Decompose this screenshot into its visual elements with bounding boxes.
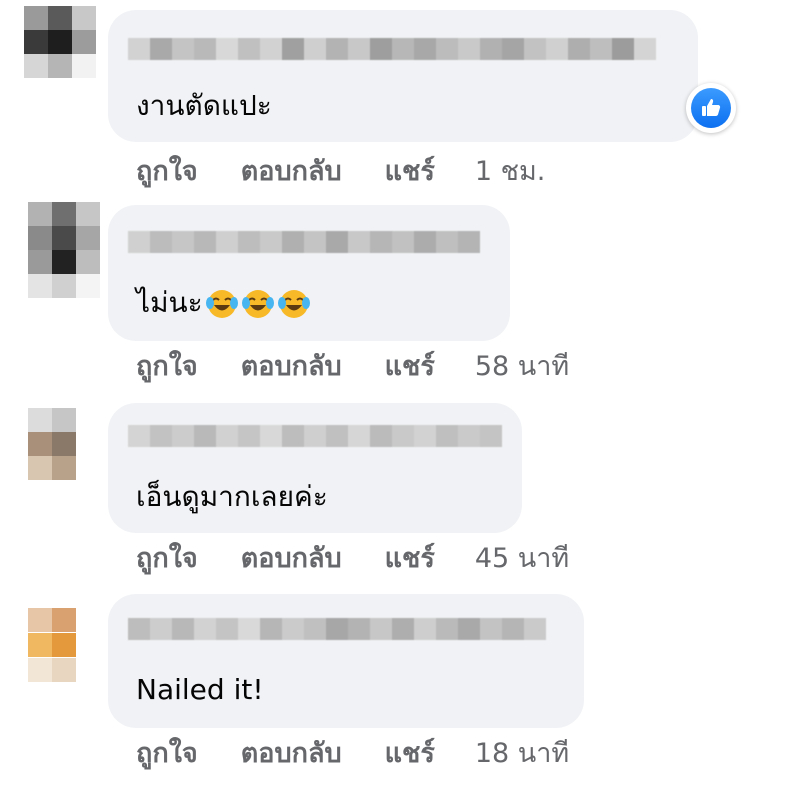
comment-text: เอ็นดูมากเลยค่ะ bbox=[136, 480, 328, 513]
laughing-tears-emoji-icon bbox=[241, 287, 275, 321]
comment-timestamp[interactable]: 1 ชม. bbox=[475, 155, 545, 189]
comment-text-body: ไม่นะ bbox=[136, 286, 203, 319]
avatar[interactable] bbox=[28, 608, 76, 684]
comment-text: Nailed it! bbox=[136, 673, 264, 706]
share-button[interactable]: แชร์ bbox=[385, 155, 435, 189]
comment-actions: ถูกใจ ตอบกลับ แชร์ 58 นาที bbox=[136, 350, 569, 384]
comment-actions: ถูกใจ ตอบกลับ แชร์ 45 นาที bbox=[136, 542, 569, 576]
reply-button[interactable]: ตอบกลับ bbox=[241, 350, 342, 384]
laughing-tears-emoji-icon bbox=[277, 287, 311, 321]
like-button[interactable]: ถูกใจ bbox=[136, 737, 198, 771]
comment-text: งานตัดแปะ bbox=[136, 89, 272, 122]
comment-actions: ถูกใจ ตอบกลับ แชร์ 1 ชม. bbox=[136, 155, 545, 189]
reply-button[interactable]: ตอบกลับ bbox=[241, 542, 342, 576]
like-icon bbox=[691, 88, 731, 128]
avatar[interactable] bbox=[28, 202, 100, 298]
avatar[interactable] bbox=[24, 6, 96, 78]
author-name-blurred[interactable] bbox=[128, 618, 546, 640]
author-name-blurred[interactable] bbox=[128, 231, 480, 253]
author-name-blurred[interactable] bbox=[128, 425, 502, 447]
like-button[interactable]: ถูกใจ bbox=[136, 155, 198, 189]
comment-bubble: Nailed it! bbox=[108, 594, 584, 728]
comment-actions: ถูกใจ ตอบกลับ แชร์ 18 นาที bbox=[136, 737, 569, 771]
like-button[interactable]: ถูกใจ bbox=[136, 350, 198, 384]
comment-bubble: งานตัดแปะ bbox=[108, 10, 698, 142]
laughing-tears-emoji-icon bbox=[205, 287, 239, 321]
comment-bubble: เอ็นดูมากเลยค่ะ bbox=[108, 403, 522, 533]
reply-button[interactable]: ตอบกลับ bbox=[241, 737, 342, 771]
reaction-badge[interactable] bbox=[686, 83, 736, 133]
avatar[interactable] bbox=[28, 408, 76, 480]
comment-timestamp[interactable]: 45 นาที bbox=[475, 542, 569, 576]
share-button[interactable]: แชร์ bbox=[385, 542, 435, 576]
share-button[interactable]: แชร์ bbox=[385, 737, 435, 771]
comment-text: ไม่นะ bbox=[136, 285, 311, 321]
like-button[interactable]: ถูกใจ bbox=[136, 542, 198, 576]
reply-button[interactable]: ตอบกลับ bbox=[241, 155, 342, 189]
comment-timestamp[interactable]: 18 นาที bbox=[475, 737, 569, 771]
share-button[interactable]: แชร์ bbox=[385, 350, 435, 384]
author-name-blurred[interactable] bbox=[128, 38, 656, 60]
comment-timestamp[interactable]: 58 นาที bbox=[475, 350, 569, 384]
comment-bubble: ไม่นะ bbox=[108, 205, 510, 341]
